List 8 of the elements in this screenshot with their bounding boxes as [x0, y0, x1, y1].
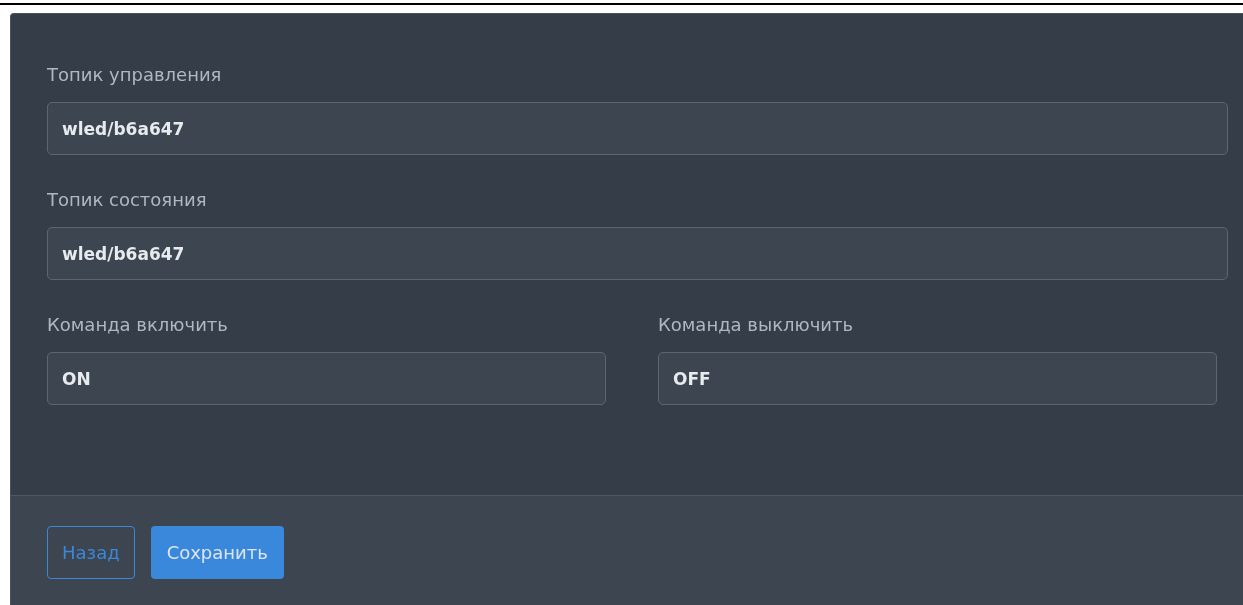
- field-label: Команда включить: [47, 313, 228, 337]
- field-label: Топик состояния: [47, 188, 207, 212]
- field-label: Команда выключить: [658, 313, 854, 337]
- input-field[interactable]: ON: [47, 352, 606, 405]
- field-label: Топик управления: [47, 63, 222, 87]
- input-field[interactable]: OFF: [658, 352, 1217, 405]
- input-field[interactable]: wled/b6a647: [47, 227, 1228, 280]
- input-field[interactable]: wled/b6a647: [47, 102, 1228, 155]
